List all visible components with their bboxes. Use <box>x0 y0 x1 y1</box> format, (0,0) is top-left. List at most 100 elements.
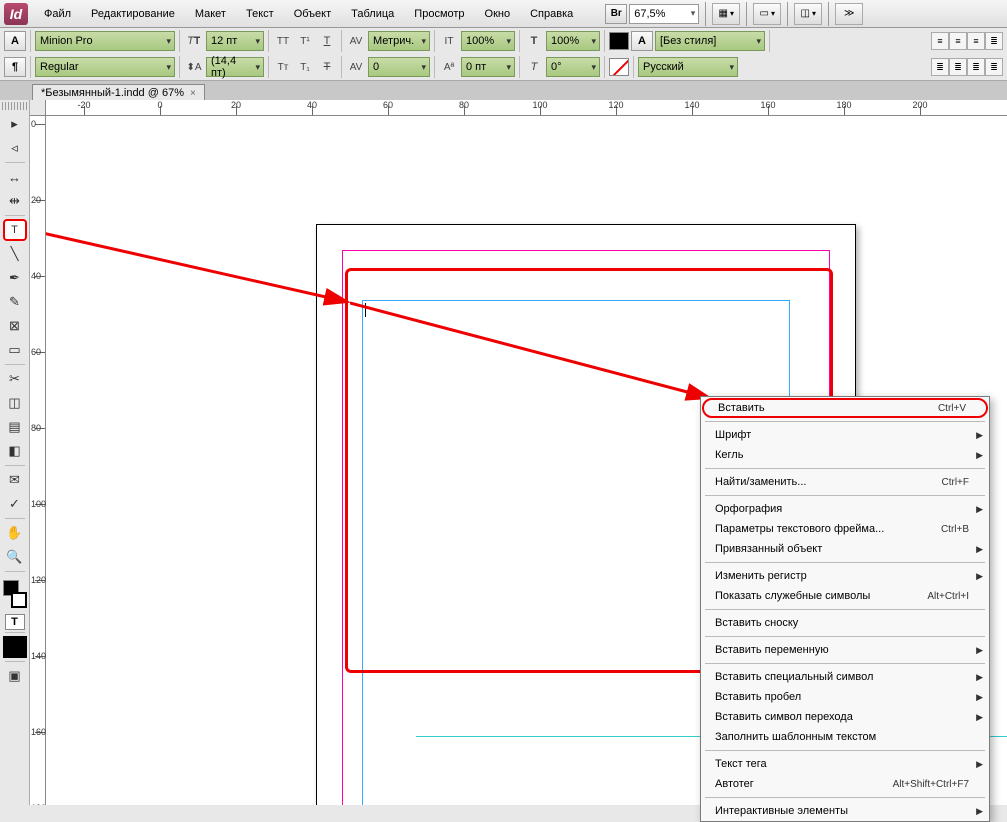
para-mode-icon[interactable]: ¶ <box>4 57 26 77</box>
context-menu-item[interactable]: Показать служебные символыAlt+Ctrl+I <box>701 586 989 606</box>
leading-icon: ⬍A <box>184 57 204 77</box>
context-menu-label: Показать служебные символы <box>715 590 870 602</box>
formatting-affects-text[interactable]: T <box>5 614 25 630</box>
free-transform-tool[interactable]: ◫ <box>3 392 27 414</box>
align-right-button[interactable]: ≡ <box>967 32 985 50</box>
panel-grip[interactable] <box>2 102 28 110</box>
context-menu-item[interactable]: Заполнить шаблонным текстом <box>701 727 989 747</box>
menu-file[interactable]: Файл <box>36 4 79 24</box>
smallcaps-icon[interactable]: Tᴛ <box>273 57 293 77</box>
allcaps-icon[interactable]: TT <box>273 31 293 51</box>
char-style-combo[interactable]: [Без стиля] <box>655 31 765 51</box>
context-menu-label: Кегль <box>715 449 743 461</box>
ruler-vertical[interactable]: 020406080100120140160180200 <box>30 116 46 805</box>
stroke-swatch[interactable] <box>609 58 629 76</box>
context-menu-label: Изменить регистр <box>715 570 807 582</box>
context-menu-item[interactable]: Шрифт▶ <box>701 425 989 445</box>
context-menu-item[interactable]: Изменить регистр▶ <box>701 566 989 586</box>
color-swatches[interactable] <box>3 580 27 608</box>
type-ttool[interactable]: T <box>3 219 27 241</box>
menu-help[interactable]: Справка <box>522 4 581 24</box>
menu-object[interactable]: Объект <box>286 4 339 24</box>
justify-center-button[interactable]: ≣ <box>949 58 967 76</box>
rectangle-frame-tool[interactable]: ⊠ <box>3 315 27 337</box>
tracking-combo[interactable]: 0 <box>368 57 430 77</box>
zoom-tool[interactable]: 🔍 <box>3 546 27 568</box>
align-left-button[interactable]: ≡ <box>931 32 949 50</box>
gap-tool[interactable]: ⇹ <box>3 190 27 212</box>
context-menu-label: Найти/заменить... <box>715 476 806 488</box>
context-menu-item[interactable]: Привязанный объект▶ <box>701 539 989 559</box>
context-menu-item[interactable]: Найти/заменить...Ctrl+F <box>701 472 989 492</box>
subscript-icon[interactable]: T₁ <box>295 57 315 77</box>
context-menu-item[interactable]: АвтотегAlt+Shift+Ctrl+F7 <box>701 774 989 794</box>
justify-left-button[interactable]: ≣ <box>931 58 949 76</box>
context-menu-separator <box>705 609 985 610</box>
context-menu-item[interactable]: Параметры текстового фрейма...Ctrl+B <box>701 519 989 539</box>
workspace-menu-button[interactable]: ≫ <box>835 3 863 25</box>
eyedropper-tool[interactable]: ✓ <box>3 493 27 515</box>
line-tool[interactable]: ╲ <box>3 243 27 265</box>
underline-icon[interactable]: T <box>317 31 337 51</box>
vscale-combo[interactable]: 100% <box>461 31 515 51</box>
context-menu-item[interactable]: Вставить сноску <box>701 613 989 633</box>
align-center-button[interactable]: ≡ <box>949 32 967 50</box>
context-menu-item[interactable]: Орфография▶ <box>701 499 989 519</box>
zoom-combo[interactable]: 67,5% <box>629 4 699 24</box>
font-size-combo[interactable]: 12 пт <box>206 31 264 51</box>
stroke-color[interactable] <box>11 592 27 608</box>
selection-tool[interactable]: ▸ <box>3 113 27 135</box>
hand-tool[interactable]: ✋ <box>3 522 27 544</box>
view-mode-button[interactable]: ▣ <box>3 665 27 687</box>
pen-tool[interactable]: ✒ <box>3 267 27 289</box>
hscale-combo[interactable]: 100% <box>546 31 600 51</box>
context-menu-item[interactable]: Вставить пробел▶ <box>701 687 989 707</box>
align-justify-button[interactable]: ≣ <box>985 32 1003 50</box>
document-tab[interactable]: *Безымянный-1.indd @ 67% × <box>32 84 205 101</box>
menu-view[interactable]: Просмотр <box>406 4 472 24</box>
context-menu-item[interactable]: ВставитьCtrl+V <box>702 398 988 418</box>
superscript-icon[interactable]: T¹ <box>295 31 315 51</box>
font-combo[interactable]: Minion Pro <box>35 31 175 51</box>
gradient-feather-tool[interactable]: ◧ <box>3 440 27 462</box>
context-menu-item[interactable]: Вставить символ перехода▶ <box>701 707 989 727</box>
scissors-tool[interactable]: ✂ <box>3 368 27 390</box>
context-menu-item[interactable]: Текст тега▶ <box>701 754 989 774</box>
menu-layout[interactable]: Макет <box>187 4 234 24</box>
close-tab-icon[interactable]: × <box>190 88 196 99</box>
menu-type[interactable]: Текст <box>238 4 282 24</box>
ruler-origin[interactable] <box>30 100 46 116</box>
view-options-button[interactable]: ▦ <box>712 3 740 25</box>
apply-color[interactable] <box>3 636 27 658</box>
page-tool[interactable]: ↔ <box>3 166 27 188</box>
strikethrough-icon[interactable]: T <box>317 57 337 77</box>
bridge-button[interactable]: Br <box>605 4 627 24</box>
context-menu-item[interactable]: Вставить специальный символ▶ <box>701 667 989 687</box>
menu-edit[interactable]: Редактирование <box>83 4 183 24</box>
context-menu-item[interactable]: Кегль▶ <box>701 445 989 465</box>
justify-right-button[interactable]: ≣ <box>967 58 985 76</box>
menu-window[interactable]: Окно <box>477 4 519 24</box>
fill-swatch[interactable] <box>609 32 629 50</box>
arrange-docs-button[interactable]: ◫ <box>794 3 822 25</box>
skew-combo[interactable]: 0° <box>546 57 600 77</box>
rectangle-tool[interactable]: ▭ <box>3 339 27 361</box>
ruler-horizontal[interactable]: -20020406080100120140160180200 <box>46 100 1007 116</box>
char-mode-icon[interactable]: A <box>4 31 26 51</box>
leading-combo[interactable]: (14,4 пт) <box>206 57 264 77</box>
language-combo[interactable]: Русский <box>638 57 738 77</box>
pencil-tool[interactable]: ✎ <box>3 291 27 313</box>
menu-table[interactable]: Таблица <box>343 4 402 24</box>
context-menu-item[interactable]: Интерактивные элементы▶ <box>701 801 989 821</box>
screen-mode-button[interactable]: ▭ <box>753 3 781 25</box>
kerning-icon: AV <box>346 31 366 51</box>
baseline-combo[interactable]: 0 пт <box>461 57 515 77</box>
context-menu-item[interactable]: Вставить переменную▶ <box>701 640 989 660</box>
gradient-swatch-tool[interactable]: ▤ <box>3 416 27 438</box>
kerning-combo[interactable]: Метрич. <box>368 31 430 51</box>
context-menu-separator <box>705 562 985 563</box>
direct-selection-tool[interactable]: ◃ <box>3 137 27 159</box>
justify-full-button[interactable]: ≣ <box>985 58 1003 76</box>
font-weight-combo[interactable]: Regular <box>35 57 175 77</box>
note-tool[interactable]: ✉ <box>3 469 27 491</box>
